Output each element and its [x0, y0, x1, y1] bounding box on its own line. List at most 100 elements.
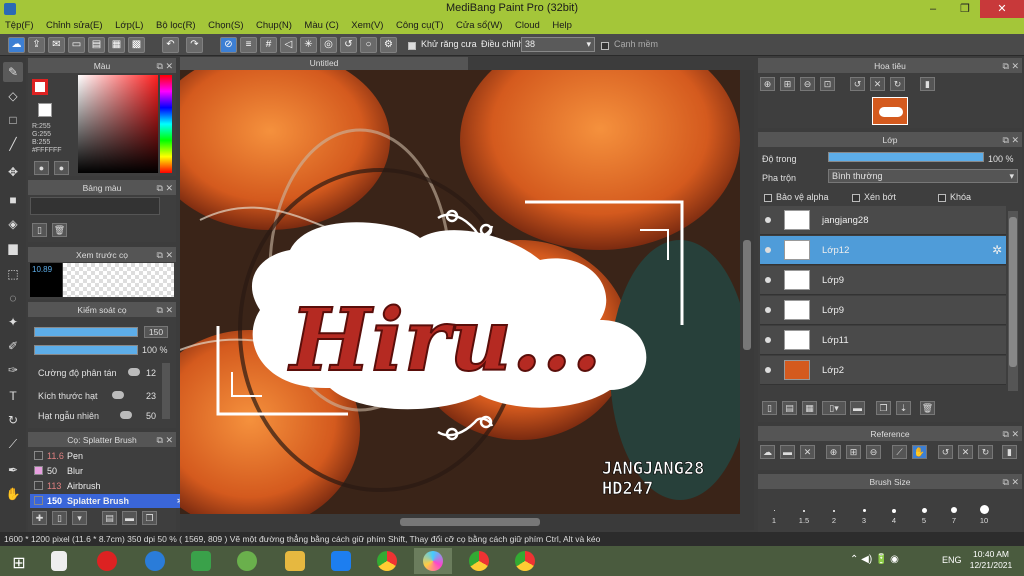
zoom-out-icon[interactable]: ⊖	[800, 77, 815, 91]
magic-wand-tool-icon[interactable]: ✦	[3, 312, 23, 332]
page-icon[interactable]: ▤	[88, 37, 105, 53]
edge-icon[interactable]	[136, 548, 174, 574]
brush-opacity-slider[interactable]	[34, 345, 138, 355]
canvas-horizontal-scrollbar[interactable]	[180, 514, 754, 530]
reference-flip-icon[interactable]: ✕	[958, 445, 973, 459]
language-indicator[interactable]: ENG	[942, 555, 962, 565]
layer-row[interactable]: Lớp11	[760, 326, 1006, 355]
explorer-icon[interactable]	[276, 548, 314, 574]
comment-icon[interactable]: ✉	[48, 37, 65, 53]
layer-row[interactable]: Lớp9	[760, 266, 1006, 295]
brush-size-slider[interactable]	[34, 327, 138, 337]
adjust-select[interactable]: 38 ▾	[521, 37, 595, 52]
hue-slider[interactable]	[160, 75, 172, 173]
gradient-tool-icon[interactable]: ▆	[3, 238, 23, 258]
reference-hand-icon[interactable]: ✋	[912, 445, 927, 459]
menu-tools[interactable]: Công cụ(T)	[391, 18, 449, 34]
grain-knob[interactable]	[112, 391, 124, 399]
brush-item[interactable]: 50 Blur	[30, 464, 188, 478]
duplicate-layer-icon[interactable]: ❐	[876, 401, 891, 415]
gear-icon[interactable]: ✲	[992, 236, 1002, 265]
reference-eyedropper-icon[interactable]: ⟋	[892, 445, 907, 459]
panel-close-icon[interactable]: ⧉ ✕	[157, 181, 173, 195]
close-button[interactable]: ✕	[980, 0, 1024, 18]
menu-layer[interactable]: Lớp(L)	[110, 18, 148, 34]
menu-filter[interactable]: Bộ lọc(R)	[151, 18, 201, 34]
palette-list[interactable]	[30, 197, 160, 215]
reference-rotate-left-icon[interactable]: ↺	[938, 445, 953, 459]
reference-rotate-right-icon[interactable]: ↻	[978, 445, 993, 459]
operation-tool-icon[interactable]: ↻	[3, 410, 23, 430]
circle-snap-icon[interactable]: ◎	[320, 37, 337, 53]
color-swap-icon[interactable]: ●	[54, 161, 69, 175]
eye-icon[interactable]	[765, 337, 771, 343]
delete-color-icon[interactable]: 🗑	[52, 223, 67, 237]
resolution-knob[interactable]	[128, 368, 140, 376]
layer-scroll-thumb[interactable]	[1009, 217, 1017, 367]
random-knob[interactable]	[120, 411, 132, 419]
lock-checkbox[interactable]: Khóa	[938, 192, 971, 202]
eye-icon[interactable]	[765, 367, 771, 373]
redo-icon[interactable]: ↷	[186, 37, 203, 53]
eyedropper-tool-icon[interactable]: ⟋	[3, 434, 23, 454]
fill-rect-tool-icon[interactable]: ■	[3, 190, 23, 210]
clock[interactable]: 10:40 AM 12/21/2021	[966, 549, 1016, 571]
brush-copy-icon[interactable]: ❐	[142, 511, 157, 525]
horizontal-scroll-thumb[interactable]	[400, 518, 540, 526]
brush-size-option[interactable]: 1.5	[790, 500, 818, 528]
maximize-button[interactable]: ❐	[950, 0, 980, 18]
settings-snap-icon[interactable]: ⚙	[380, 37, 397, 53]
panel-close-icon[interactable]: ⧉ ✕	[1003, 59, 1019, 73]
lasso-tool-icon[interactable]: ◌	[3, 288, 23, 308]
menu-view[interactable]: Xem(V)	[346, 18, 388, 34]
brush-size-option[interactable]: 3	[850, 500, 878, 528]
panel-close-icon[interactable]: ⧉ ✕	[1003, 475, 1019, 489]
brush-size-option[interactable]: 4	[880, 500, 908, 528]
panel-close-icon[interactable]: ⧉ ✕	[157, 433, 173, 447]
rotate-left-icon[interactable]: ↺	[850, 77, 865, 91]
reference-close-icon[interactable]: ✕	[800, 445, 815, 459]
brush-size-option[interactable]: 10	[970, 500, 998, 528]
chrome-alt-icon[interactable]	[506, 548, 544, 574]
navigator-thumbnail[interactable]	[872, 97, 908, 125]
add-layer-menu-icon[interactable]: ▯▾	[822, 401, 846, 415]
brush-size-value[interactable]: 150	[144, 326, 168, 338]
layer-opacity-slider[interactable]	[828, 152, 984, 162]
vertical-scroll-thumb[interactable]	[743, 240, 751, 350]
brush-item[interactable]: 113 Airbrush	[30, 479, 188, 493]
add-color-icon[interactable]: ▯	[32, 223, 47, 237]
medibang-icon[interactable]	[414, 548, 452, 574]
layer-row[interactable]: jangjang28	[760, 206, 1006, 235]
foreground-color-swatch[interactable]	[32, 79, 48, 95]
new-8bit-layer-icon[interactable]: ▦	[802, 401, 817, 415]
bucket-tool-icon[interactable]: ◈	[3, 214, 23, 234]
eye-icon[interactable]	[765, 277, 771, 283]
brush-folder-icon[interactable]: ▬	[122, 511, 137, 525]
move-tool-icon[interactable]: ✥	[3, 162, 23, 182]
brush-tool-icon[interactable]: ✎	[3, 62, 23, 82]
brush-size-option[interactable]: 2	[820, 500, 848, 528]
menu-edit[interactable]: Chỉnh sửa(E)	[41, 18, 108, 34]
folder-icon[interactable]: ▬	[850, 401, 865, 415]
chrome-n-icon[interactable]	[460, 548, 498, 574]
drawing-canvas[interactable]: Hiru... JANGJANG28 HD247	[180, 70, 740, 514]
app-green-icon[interactable]	[228, 548, 266, 574]
layer-row[interactable]: Lớp2	[760, 356, 1006, 385]
select-rect-tool-icon[interactable]: ⬚	[3, 264, 23, 284]
pen-tool-icon[interactable]: ✒	[3, 460, 23, 480]
merge-layer-icon[interactable]: ⇣	[896, 401, 911, 415]
store-icon[interactable]	[182, 548, 220, 574]
reference-fit-icon[interactable]: ⊞	[846, 445, 861, 459]
panel-close-icon[interactable]: ⧉ ✕	[1003, 427, 1019, 441]
menu-help[interactable]: Help	[547, 18, 577, 34]
brush-doc-icon[interactable]: ▤	[102, 511, 117, 525]
chat-icon[interactable]: ▭	[68, 37, 85, 53]
brush-size-option[interactable]: 1	[760, 500, 788, 528]
new-brush-icon[interactable]: ▯	[52, 511, 67, 525]
saturation-value-picker[interactable]	[78, 75, 158, 173]
panel-close-icon[interactable]: ⧉ ✕	[1003, 133, 1019, 147]
background-color-swatch[interactable]	[38, 103, 52, 117]
reference-options-icon[interactable]: ▮	[1002, 445, 1017, 459]
color-option-icon[interactable]: ●	[34, 161, 49, 175]
menu-snap[interactable]: Chụp(N)	[251, 18, 297, 34]
